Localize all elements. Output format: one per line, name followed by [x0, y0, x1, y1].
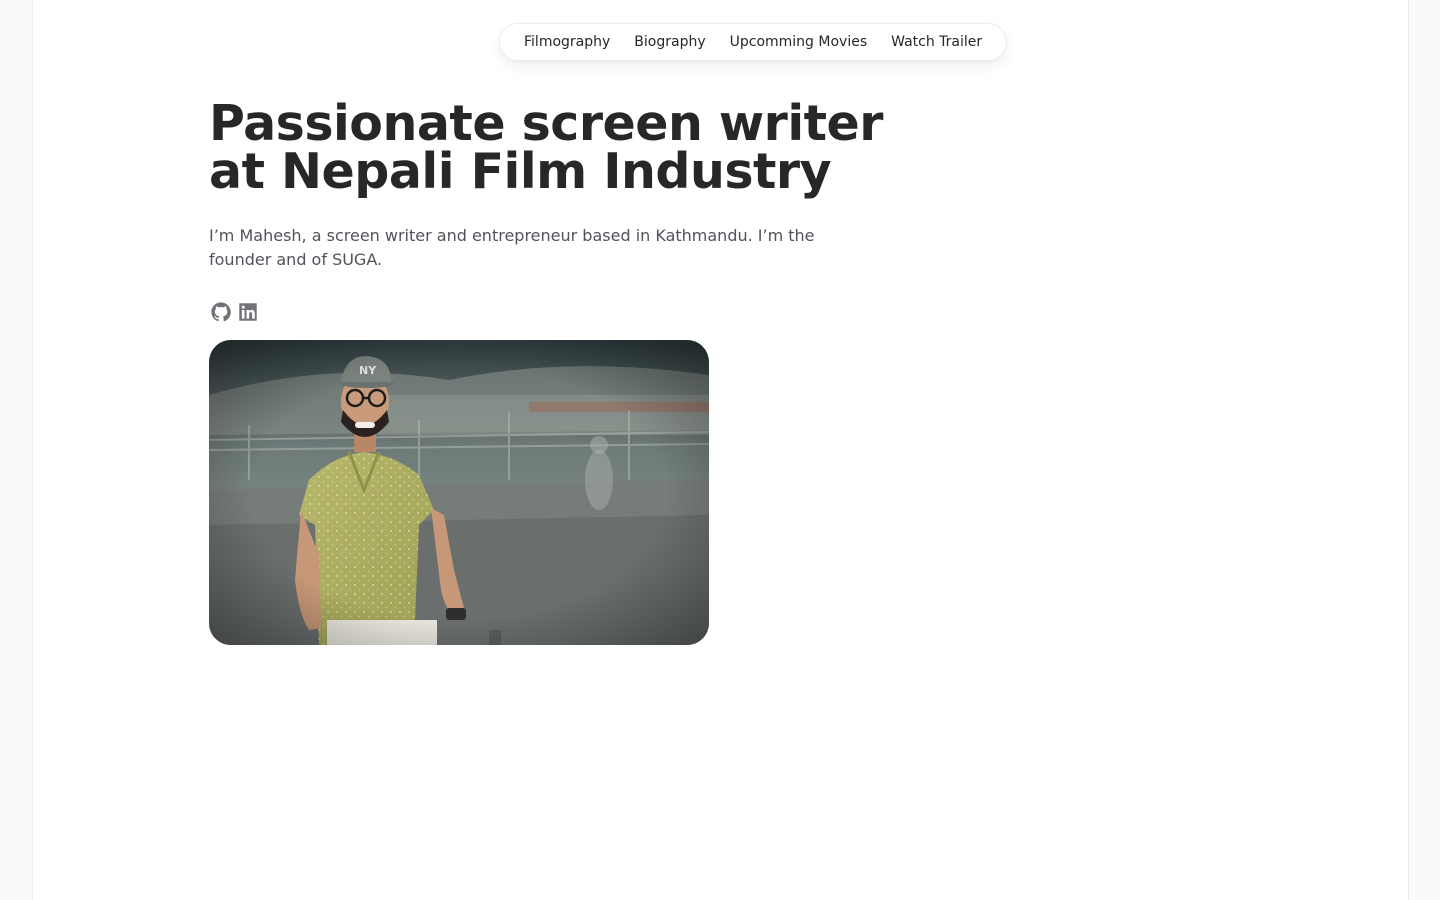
- linkedin-icon: [238, 303, 257, 321]
- page-container: Filmography Biography Upcomming Movies W…: [32, 0, 1409, 900]
- nav-link-upcoming-movies[interactable]: Upcomming Movies: [718, 24, 880, 60]
- page-title-line-2: at Nepali Film Industry: [209, 143, 832, 200]
- top-navigation: Filmography Biography Upcomming Movies W…: [499, 23, 1008, 61]
- intro-paragraph: I’m Mahesh, a screen writer and entrepre…: [209, 226, 815, 269]
- page-title: Passionate screen writer at Nepali Film …: [209, 95, 909, 200]
- social-links: [209, 300, 909, 324]
- nav-link-filmography[interactable]: Filmography: [512, 24, 622, 60]
- github-link[interactable]: [209, 301, 232, 324]
- page-title-line-1: Passionate screen writer: [209, 95, 883, 152]
- linkedin-link[interactable]: [236, 301, 259, 324]
- nav-link-biography[interactable]: Biography: [622, 24, 717, 60]
- profile-photo: NY: [209, 340, 709, 645]
- github-icon: [210, 302, 231, 322]
- nav-link-watch-trailer[interactable]: Watch Trailer: [879, 24, 994, 60]
- hero-section: Passionate screen writer at Nepali Film …: [209, 95, 909, 324]
